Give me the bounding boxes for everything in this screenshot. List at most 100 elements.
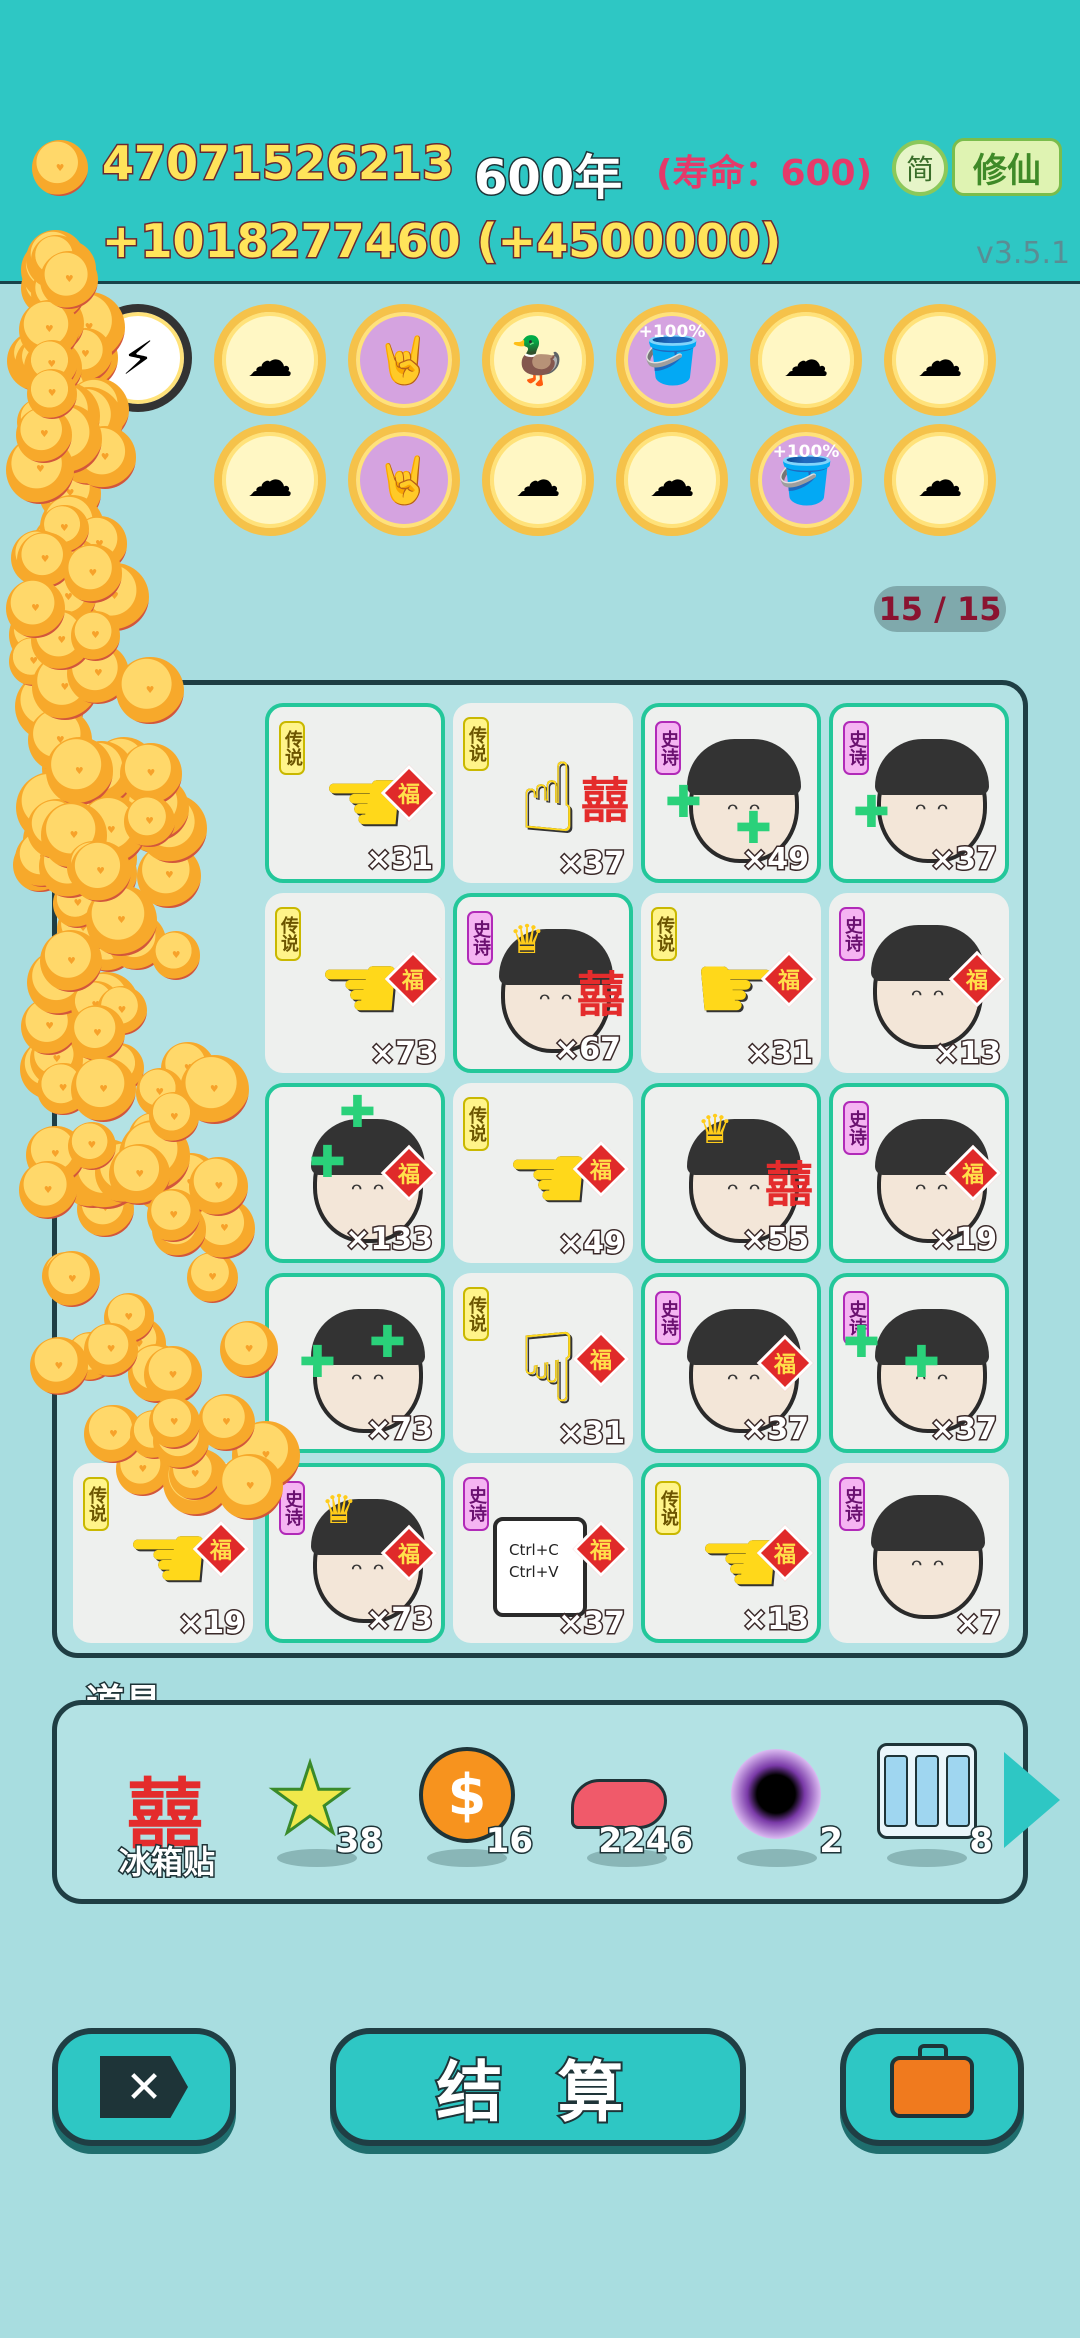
card-count: ×37 [557,845,627,883]
duck-pot-icon[interactable]: 🦆 [482,304,594,416]
coin-icon [186,1251,239,1304]
card-epic-face[interactable]: 史诗 ×7 [829,1463,1009,1643]
card-legend-hand[interactable]: 传说 ☛ 福 ×31 [641,893,821,1073]
card-epic-face[interactable]: 史诗 福 ×13 [829,893,1009,1073]
card-epic-face[interactable]: 史诗 ✚ ✚ ×37 [829,1273,1009,1453]
tool-count: 8 [968,1820,995,1863]
card-epic-face[interactable]: 史诗 ✚ ✚ ×49 [641,703,821,883]
version-label: v3.5.1 [976,236,1071,271]
coin-icon [148,1397,200,1449]
card-count: ×19 [929,1221,999,1259]
card-count: ×37 [557,1605,627,1643]
bucket-icon[interactable]: +100% 🪣 [750,424,862,536]
card-count: ×73 [369,1035,439,1073]
rock-hand-icon[interactable]: 🤘 [348,304,460,416]
card-count: ×13 [741,1601,811,1639]
card-count: ×7 [953,1605,1002,1643]
xi-sticker: 囍 [764,1157,813,1213]
rarity-tag: 史诗 [839,1477,865,1531]
card-epic-face[interactable]: ✚ ✚ 福 ×133 [265,1083,445,1263]
settle-button[interactable]: 结 算 [330,2028,746,2146]
coin-icon [217,1453,283,1520]
tool-vending[interactable]: 8 [867,1743,994,1873]
income-rate: +1018277460 (+4500000) [100,213,782,270]
rock-hand-icon[interactable]: 🤘 [348,424,460,536]
crown-icon: ♛ [697,1107,733,1153]
card-count: ×37 [929,1411,999,1449]
card-count: ×133 [344,1221,435,1259]
card-legend-hand[interactable]: 传说 ☝ 囍 ×37 [453,703,633,883]
card-legend-hand[interactable]: 传说 ☚ 福 ×73 [265,893,445,1073]
year-count: 600年 [472,149,623,208]
card-legend-hand[interactable]: 传说 ☚ 福 ×13 [641,1463,821,1643]
card-count: ×73 [365,1601,435,1639]
plus-icon: ✚ [339,1087,376,1138]
card-epic-face-crown[interactable]: ♛ 囍 ×55 [641,1083,821,1263]
top-status-bar: 47071526213 600年 (寿命：600) 简 修仙 +10182774… [0,0,1080,284]
slot-counter: 15 / 15 [874,586,1006,632]
black-hole-icon [731,1749,821,1839]
bucket-bonus: +100% [772,442,840,462]
tool-liver[interactable]: 2246 [567,1743,694,1873]
card-epic-face[interactable]: 史诗 ✚ ×37 [829,703,1009,883]
tool-fridge-sticker[interactable]: 囍 冰箱贴 [107,1743,227,1883]
coin-icon [26,368,78,419]
card-epic-face[interactable]: 史诗 福 ×37 [641,1273,821,1453]
card-epic-face-crown[interactable]: 史诗 ♛ 囍 ×67 [453,893,633,1073]
lifespan-text: (寿命：600) [656,153,873,194]
card-epic-face[interactable]: 史诗 福 ×19 [829,1083,1009,1263]
bucket-bonus: +100% [638,322,706,342]
coin-icon [151,931,201,980]
coin-icon [70,611,121,661]
mushroom-cloud-icon[interactable]: ☁ [884,304,996,416]
card-count: ×37 [741,1411,811,1449]
mushroom-cloud-icon[interactable]: ☁ [750,304,862,416]
rarity-tag: 史诗 [839,907,865,961]
discard-button[interactable]: ✕ [52,2028,236,2146]
rarity-tag: 史诗 [467,911,493,965]
coin-icon [220,1320,278,1378]
mushroom-cloud-icon[interactable]: ☁ [214,304,326,416]
tools-next-arrow-icon[interactable] [1004,1752,1060,1848]
vending-machine-icon [877,1743,977,1839]
tool-coin[interactable]: $ 16 [407,1743,535,1873]
card-count: ×67 [553,1031,623,1069]
plus-icon: ✚ [853,787,890,838]
card-epic-face-crown[interactable]: 史诗 ♛ 福 ×73 [265,1463,445,1643]
copy-label: Ctrl+C [509,1541,559,1559]
mushroom-cloud-icon[interactable]: ☁ [214,424,326,536]
card-legend-hand[interactable]: 传说 ☟ 福 ×31 [453,1273,633,1453]
coin-icon [116,656,184,725]
card-epic-copy[interactable]: 史诗 Ctrl+C Ctrl+V 福 ×37 [453,1463,633,1643]
coin-icon [6,579,65,638]
tool-shadow [737,1849,817,1867]
language-toggle-button[interactable]: 简 [892,140,948,196]
crown-icon: ♛ [509,917,545,963]
cultivate-button[interactable]: 修仙 [952,138,1062,196]
face-icon [871,1495,985,1619]
rarity-tag: 史诗 [843,721,869,775]
plus-icon: ✚ [665,777,702,828]
mushroom-cloud-icon[interactable]: ☁ [482,424,594,536]
coin-icon [63,544,122,603]
bag-button[interactable] [840,2028,1024,2146]
xi-sticker: 囍 [576,967,625,1023]
tool-name: 冰箱贴 [117,1842,216,1883]
card-count: ×55 [741,1221,811,1259]
tool-star[interactable]: ★ 38 [257,1742,385,1873]
card-legend-hand[interactable]: 传说 ☚ 福 ×49 [453,1083,633,1263]
card-legend-hand[interactable]: 传说 ☚ 福 ×31 [265,703,445,883]
card-count: ×19 [177,1605,247,1643]
paste-label: Ctrl+V [509,1563,559,1581]
coin-icon [44,1251,101,1308]
coin-icon [124,796,175,847]
bucket-icon[interactable]: +100% 🪣 [616,304,728,416]
plus-icon: ✚ [843,1317,880,1368]
tool-count: 16 [484,1820,534,1863]
mushroom-cloud-icon[interactable]: ☁ [884,424,996,536]
tool-count: 38 [334,1820,384,1863]
coin-icon [40,250,99,309]
mushroom-cloud-icon[interactable]: ☁ [616,424,728,536]
rarity-tag: 史诗 [463,1477,489,1531]
tool-black-hole[interactable]: 2 [717,1743,844,1873]
